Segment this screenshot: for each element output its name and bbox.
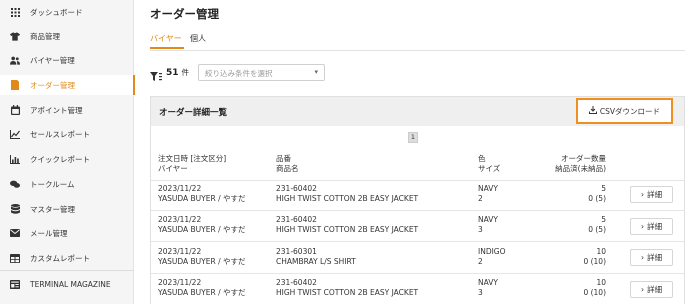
product-cell: 231-60301 CHAMBRAY L/S SHIRT: [276, 247, 356, 266]
sidebar-item-buyers[interactable]: バイヤー管理: [0, 50, 134, 70]
filter-icon: [150, 67, 162, 86]
quantity-cell: 10 0 (10): [583, 247, 606, 266]
column-header-product: 品番 商品名: [276, 154, 299, 173]
color-size-cell: NAVY 3: [478, 215, 498, 234]
color-size-cell: INDIGO 2: [478, 247, 506, 266]
row-divider: [151, 210, 684, 211]
order-detail-panel: オーダー詳細一覧 CSVダウンロード 1 注文日時 [注文区分] バイヤー 品番商…: [150, 96, 685, 304]
sidebar-item-orders[interactable]: オーダー管理: [0, 75, 135, 95]
sidebar-item-terminal-magazine[interactable]: TERMINAL MAGAZINE: [0, 274, 134, 294]
chevron-right-icon: ›: [640, 253, 645, 262]
calendar-icon: [10, 105, 20, 115]
chevron-right-icon: ›: [640, 285, 645, 294]
csv-download-button[interactable]: CSVダウンロード: [576, 98, 673, 124]
mail-icon: [10, 228, 20, 238]
order-buyer-cell: 2023/11/22 YASUDA BUYER / やすだ: [158, 247, 246, 266]
sidebar-item-label: トークルーム: [30, 179, 75, 189]
panel-header: オーダー詳細一覧 CSVダウンロード: [151, 97, 684, 126]
detail-button[interactable]: › 詳細: [630, 218, 673, 235]
sidebar-item-label: バイヤー管理: [30, 55, 75, 65]
sidebar-item-label: TERMINAL MAGAZINE: [30, 279, 111, 289]
order-buyer-cell: 2023/11/22 YASUDA BUYER / やすだ: [158, 278, 246, 297]
sidebar-item-products[interactable]: 商品管理: [0, 26, 134, 46]
sidebar-item-talk-room[interactable]: トークルーム: [0, 174, 134, 194]
pagination-page-1[interactable]: 1: [408, 132, 418, 143]
sidebar-item-label: 商品管理: [30, 31, 60, 41]
tab-buyer[interactable]: バイヤー: [150, 33, 182, 44]
chevron-right-icon: ›: [640, 190, 645, 199]
sidebar-item-custom-report[interactable]: カスタムレポート: [0, 248, 134, 268]
sidebar-item-label: メール管理: [30, 228, 68, 238]
column-header-order-date: 注文日時 [注文区分] バイヤー: [158, 154, 227, 173]
column-header-quantity: オーダー数量 納品済(未納品): [555, 154, 606, 173]
active-tab-indicator: [150, 47, 184, 49]
csv-download-label: CSVダウンロード: [599, 106, 661, 116]
sidebar-item-master[interactable]: マスター管理: [0, 199, 134, 219]
sidebar-item-sales-report[interactable]: セールスレポート: [0, 124, 134, 144]
users-icon: [10, 55, 20, 65]
product-cell: 231-60402 HIGH TWIST COTTON 2B EASY JACKE…: [276, 215, 419, 234]
sidebar: ダッシュボード 商品管理 バイヤー管理 オーダー管理 アポイント管理 セールスレ…: [0, 0, 135, 304]
sidebar-item-label: マスター管理: [30, 204, 75, 214]
sidebar-item-dashboard[interactable]: ダッシュボード: [0, 2, 134, 22]
sidebar-item-appointments[interactable]: アポイント管理: [0, 100, 134, 120]
shirt-icon: [10, 31, 20, 41]
sidebar-item-label: クイックレポート: [30, 154, 90, 164]
filter-placeholder: 絞り込み条件を選択: [205, 69, 273, 78]
page-title: オーダー管理: [150, 7, 219, 21]
magazine-icon: [10, 279, 20, 289]
chevron-right-icon: ›: [640, 222, 645, 231]
sidebar-item-label: ダッシュボード: [30, 7, 83, 17]
quantity-cell: 50 (5): [588, 184, 606, 203]
bar-chart-icon: [10, 154, 20, 164]
sidebar-item-label: セールスレポート: [30, 129, 90, 139]
line-chart-icon: [10, 129, 20, 139]
sidebar-item-label: アポイント管理: [30, 105, 83, 115]
quantity-cell: 50 (5): [588, 215, 606, 234]
sidebar-divider: [0, 270, 134, 271]
order-document-icon: [10, 80, 20, 90]
color-size-cell: NAVY 2: [478, 184, 498, 203]
sidebar-item-label: カスタムレポート: [30, 253, 90, 263]
tab-individual[interactable]: 個人: [190, 33, 206, 44]
table-icon: [10, 253, 20, 263]
quantity-cell: 10 0 (10): [583, 278, 606, 297]
sidebar-item-label: オーダー管理: [30, 80, 75, 90]
chevron-down-icon: ▾: [314, 68, 318, 76]
order-buyer-cell: 2023/11/22 YASUDA BUYER / やすだ: [158, 215, 246, 234]
panel-title: オーダー詳細一覧: [159, 108, 228, 118]
column-header-color-size: 色サイズ: [478, 154, 501, 173]
result-count-unit: 件: [181, 68, 190, 77]
tabs-divider: [150, 50, 685, 51]
row-divider: [151, 241, 684, 242]
color-size-cell: NAVY 3: [478, 278, 498, 297]
product-cell: 231-60402 HIGH TWIST COTTON 2B EASY JACKE…: [276, 184, 419, 203]
row-divider: [151, 180, 684, 181]
dashboard-icon: [10, 7, 20, 17]
product-cell: 231-60402 HIGH TWIST COTTON 2B EASY JACKE…: [276, 278, 419, 297]
detail-button[interactable]: › 詳細: [630, 186, 673, 203]
row-divider: [151, 273, 684, 274]
filter-condition-select[interactable]: 絞り込み条件を選択 ▾: [198, 64, 325, 81]
chat-icon: [10, 179, 20, 189]
result-count: 51 件: [166, 67, 189, 78]
detail-button[interactable]: › 詳細: [630, 281, 673, 298]
database-icon: [10, 204, 20, 214]
main-content: オーダー管理 バイヤー 個人 51 件 絞り込み条件を選択 ▾ オーダー詳細一覧 …: [135, 0, 688, 304]
sidebar-item-mail[interactable]: メール管理: [0, 223, 134, 243]
download-icon: [588, 106, 600, 116]
order-buyer-cell: 2023/11/22 YASUDA BUYER / やすだ: [158, 184, 246, 203]
detail-button[interactable]: › 詳細: [630, 249, 673, 266]
result-count-value: 51: [166, 68, 179, 78]
sidebar-item-quick-report[interactable]: クイックレポート: [0, 149, 134, 169]
